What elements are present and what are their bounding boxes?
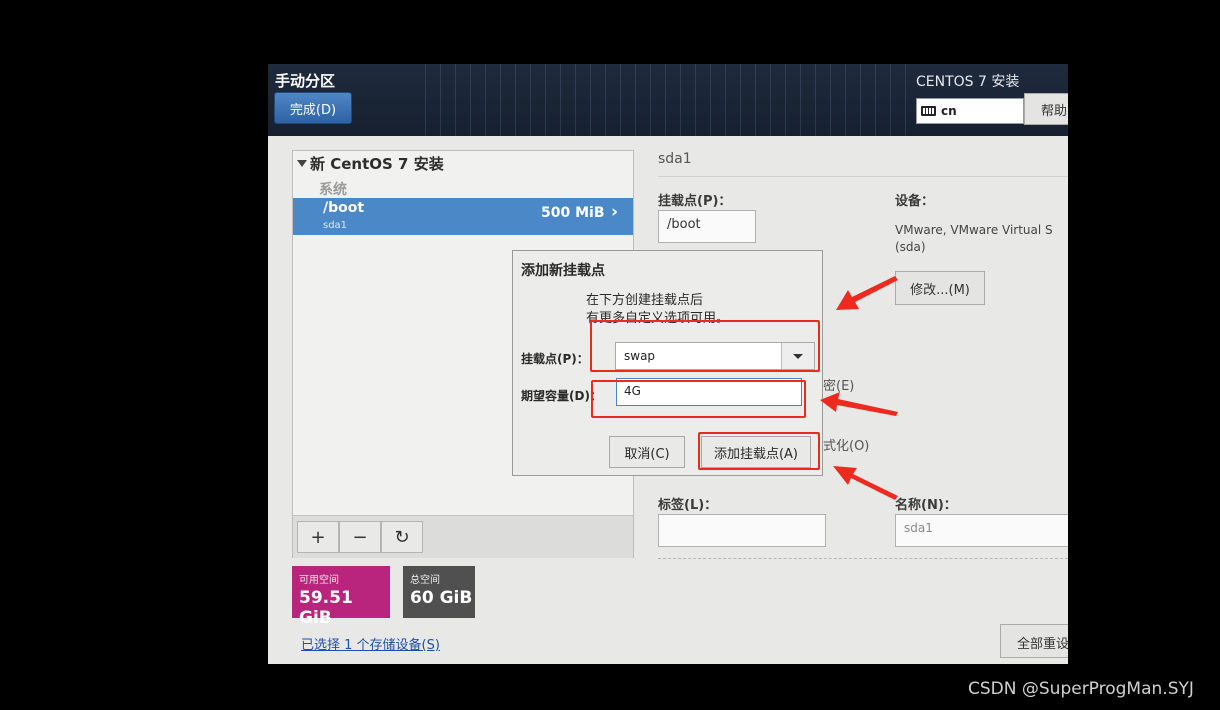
annotation-arrow-to-capacity (820, 392, 898, 416)
annotation-arrows (820, 276, 898, 500)
annotation-arrow-to-mount (836, 276, 898, 310)
annotation-arrow-to-add-button (833, 466, 898, 500)
watermark: CSDN @SuperProgMan.SYJ (968, 679, 1194, 699)
